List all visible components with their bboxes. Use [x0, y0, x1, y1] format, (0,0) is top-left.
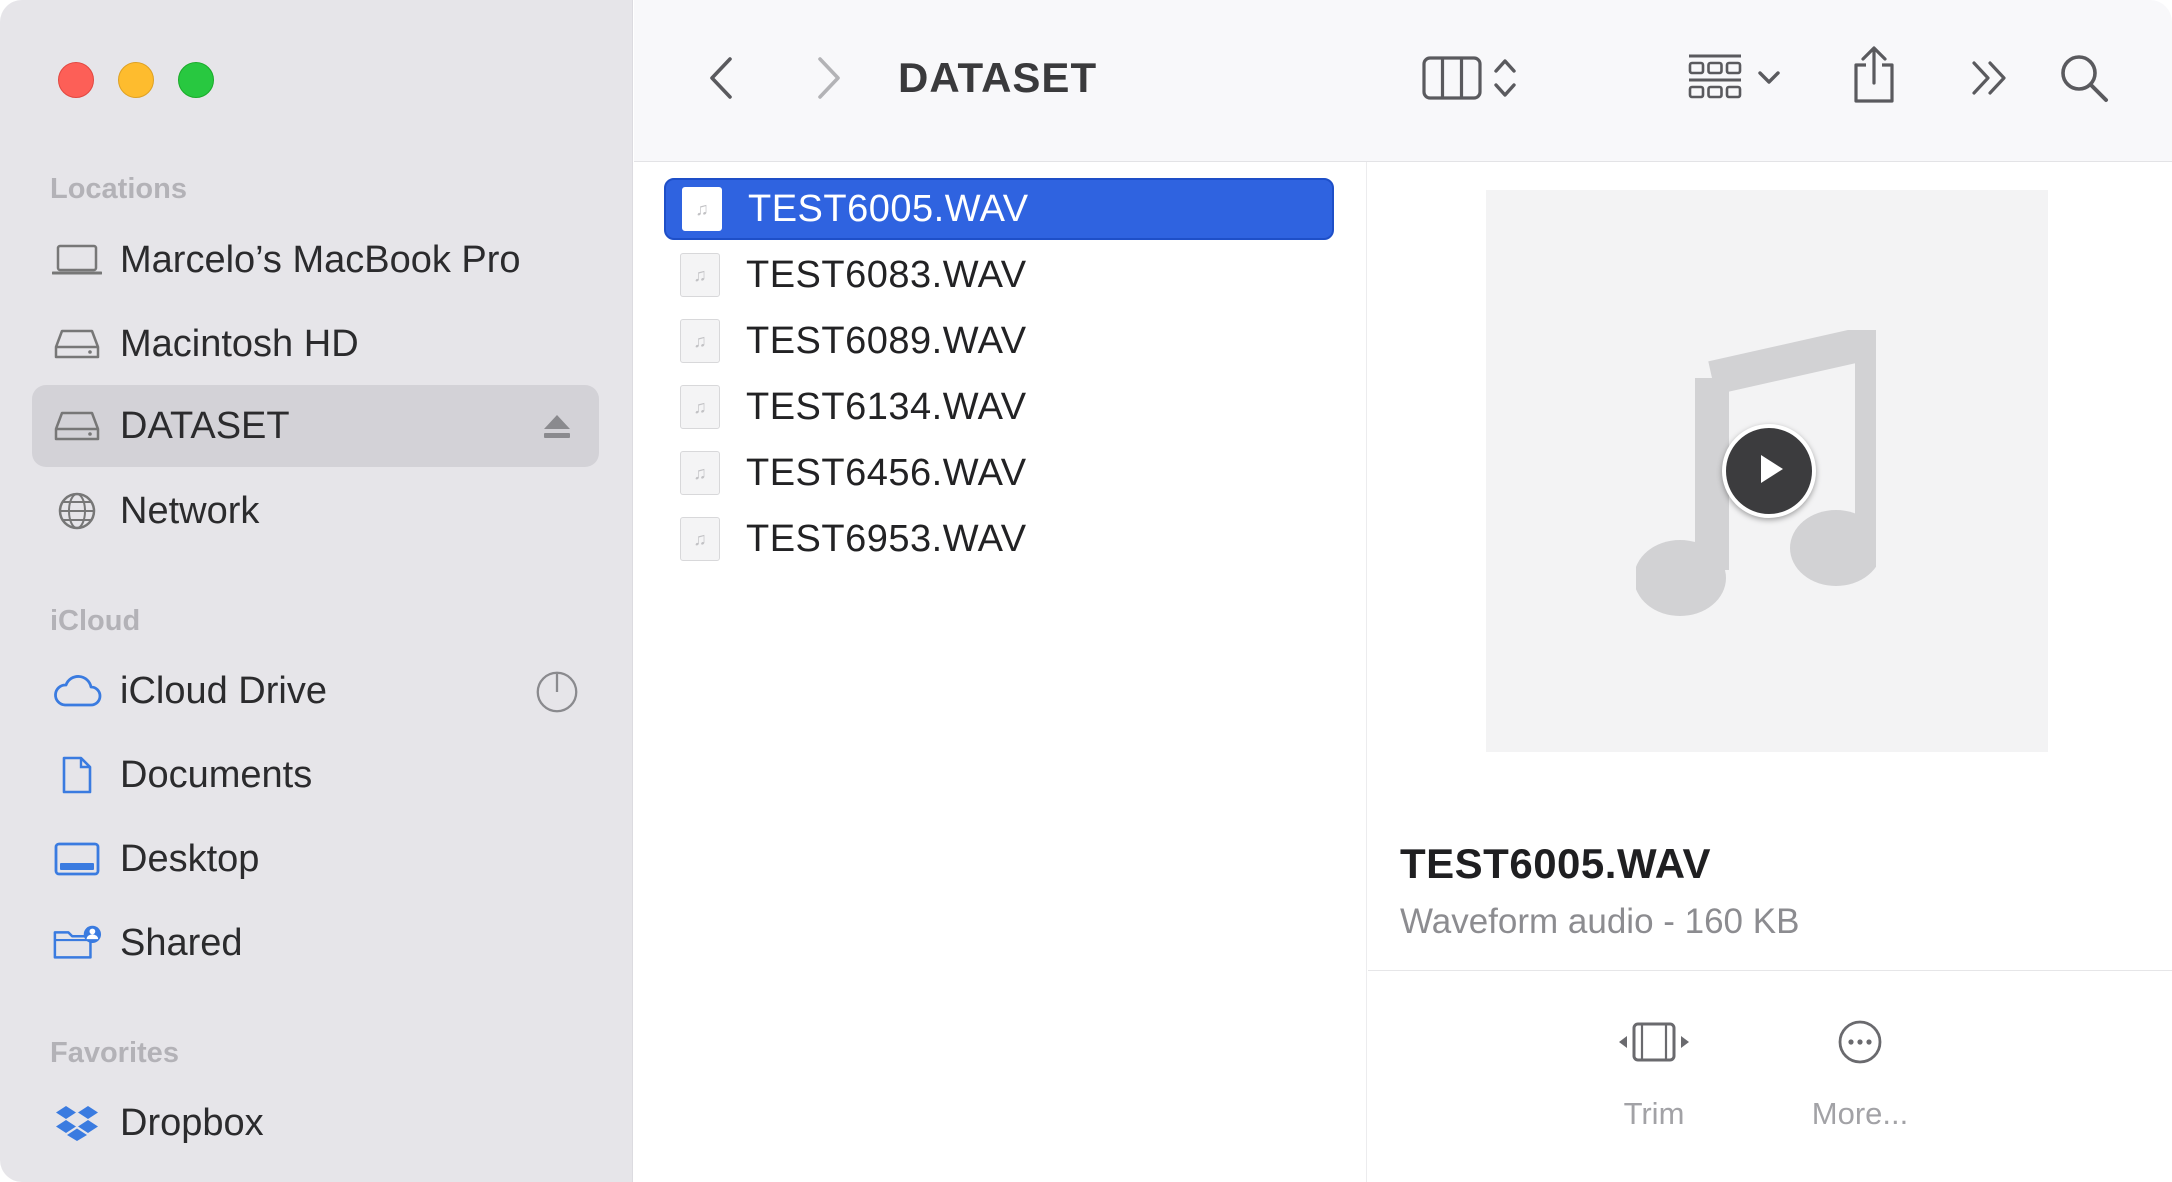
sidebar-item-label: Documents — [120, 753, 313, 796]
window-controls — [58, 62, 214, 98]
audio-file-icon: ♫ — [680, 253, 720, 297]
desktop-icon — [52, 839, 102, 879]
file-row[interactable]: ♫ TEST6456.WAV — [664, 442, 1334, 504]
preview-divider — [1368, 970, 2172, 971]
search-icon — [2058, 52, 2110, 109]
forward-button[interactable] — [804, 52, 854, 108]
shared-folder-icon — [52, 923, 102, 963]
more-actions-button[interactable]: More... — [1780, 1012, 1940, 1132]
sidebar-item-icloud-drive[interactable]: iCloud Drive — [32, 650, 599, 732]
chevron-down-icon — [1757, 70, 1781, 91]
file-name: TEST6089.WAV — [746, 319, 1027, 362]
window-title: DATASET — [898, 54, 1098, 101]
file-name: TEST6005.WAV — [748, 187, 1029, 230]
toolbar: DATASET — [634, 0, 2172, 162]
sidebar-item-shared[interactable]: Shared — [32, 902, 599, 984]
action-label: Trim — [1623, 1096, 1685, 1131]
preview-thumbnail — [1486, 190, 2048, 752]
file-row[interactable]: ♫ TEST6083.WAV — [664, 244, 1334, 306]
sidebar: Locations Marcelo’s MacBook Pro Macintos… — [0, 0, 633, 1182]
disk-icon — [52, 324, 102, 364]
finder-window: Locations Marcelo’s MacBook Pro Macintos… — [0, 0, 2172, 1182]
dropbox-icon — [52, 1103, 102, 1143]
file-name: TEST6083.WAV — [746, 253, 1027, 296]
trim-icon — [1574, 1012, 1734, 1072]
preview-file-kind: Waveform audio - 160 KB — [1400, 902, 1800, 941]
view-mode-button[interactable] — [1404, 50, 1534, 110]
sidebar-item-dataset[interactable]: DATASET — [32, 385, 599, 467]
file-row[interactable]: ♫ TEST6005.WAV — [664, 178, 1334, 240]
column-view-icon — [1421, 54, 1483, 107]
sidebar-section-locations: Locations — [50, 173, 187, 205]
audio-file-icon: ♫ — [680, 451, 720, 495]
sidebar-section-icloud: iCloud — [50, 605, 141, 637]
close-window-button[interactable] — [58, 62, 94, 98]
file-row[interactable]: ♫ TEST6089.WAV — [664, 310, 1334, 372]
back-button[interactable] — [696, 52, 746, 108]
minimize-window-button[interactable] — [118, 62, 154, 98]
sidebar-item-macintosh-hd[interactable]: Macintosh HD — [32, 303, 599, 385]
document-icon — [52, 755, 102, 795]
search-button[interactable] — [2054, 50, 2114, 110]
sidebar-item-label: DATASET — [120, 404, 290, 447]
grid-group-icon — [1687, 53, 1743, 108]
play-button[interactable] — [1722, 424, 1816, 518]
sidebar-item-label: Shared — [120, 921, 243, 964]
zoom-window-button[interactable] — [178, 62, 214, 98]
sidebar-item-documents[interactable]: Documents — [32, 734, 599, 816]
external-disk-icon — [52, 406, 102, 446]
more-toolbar-items-button[interactable] — [1964, 54, 2014, 106]
sidebar-item-macbook[interactable]: Marcelo’s MacBook Pro — [32, 219, 599, 301]
sidebar-section-favorites: Favorites — [50, 1037, 179, 1069]
laptop-icon — [52, 240, 102, 280]
double-chevron-right-icon — [1969, 59, 2009, 102]
globe-icon — [52, 491, 102, 531]
share-button[interactable] — [1844, 44, 1904, 110]
file-name: TEST6456.WAV — [746, 451, 1027, 494]
file-row[interactable]: ♫ TEST6134.WAV — [664, 376, 1334, 438]
more-icon — [1780, 1012, 1940, 1072]
preview-file-name: TEST6005.WAV — [1400, 840, 1711, 887]
sidebar-item-label: iCloud Drive — [120, 669, 327, 712]
preview-pane: TEST6005.WAV Waveform audio - 160 KB Tri… — [1368, 162, 2172, 1182]
up-down-chevron-icon — [1493, 56, 1517, 105]
audio-file-icon: ♫ — [680, 517, 720, 561]
group-by-button[interactable] — [1674, 50, 1794, 110]
sidebar-item-dropbox[interactable]: Dropbox — [32, 1082, 599, 1164]
file-row[interactable]: ♫ TEST6953.WAV — [664, 508, 1334, 570]
eject-icon[interactable] — [535, 405, 579, 449]
file-name: TEST6134.WAV — [746, 385, 1027, 428]
trim-button[interactable]: Trim — [1574, 1012, 1734, 1132]
sidebar-item-network[interactable]: Network — [32, 470, 599, 552]
file-list: ♫ TEST6005.WAV ♫ TEST6083.WAV ♫ TEST6089… — [634, 162, 1367, 1182]
chevron-right-icon — [816, 56, 842, 105]
audio-file-icon: ♫ — [680, 319, 720, 363]
share-icon — [1850, 45, 1898, 110]
audio-file-icon: ♫ — [680, 385, 720, 429]
play-icon — [1749, 449, 1789, 494]
chevron-left-icon — [708, 56, 734, 105]
action-label: More... — [1811, 1096, 1909, 1131]
sync-progress-icon — [535, 670, 579, 714]
sidebar-item-label: Macintosh HD — [120, 322, 359, 365]
cloud-icon — [52, 671, 102, 711]
sidebar-item-label: Network — [120, 489, 260, 532]
sidebar-item-desktop[interactable]: Desktop — [32, 818, 599, 900]
sidebar-item-label: Desktop — [120, 837, 260, 880]
sidebar-item-label: Marcelo’s MacBook Pro — [120, 238, 521, 281]
audio-file-icon: ♫ — [682, 187, 722, 231]
sidebar-item-label: Dropbox — [120, 1101, 264, 1144]
file-name: TEST6953.WAV — [746, 517, 1027, 560]
